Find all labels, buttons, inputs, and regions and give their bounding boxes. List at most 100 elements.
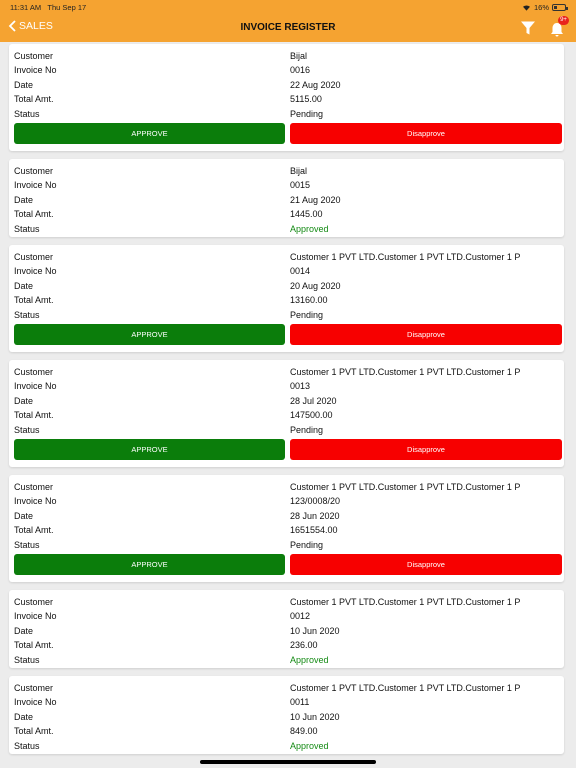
battery-percent: 16% bbox=[533, 3, 549, 12]
invoice-card[interactable]: Customer Bijal Invoice No 0015 Date 21 Aug 20… bbox=[9, 159, 564, 237]
invoice-card[interactable]: Customer Bijal Invoice No 0016 Date 22 Aug 20… bbox=[9, 44, 564, 151]
field-label: Date bbox=[14, 711, 34, 722]
invoice-field-total: Total Amt. 13160.00 bbox=[14, 295, 559, 309]
field-label: Invoice No bbox=[14, 65, 57, 76]
approve-button[interactable]: APPROVE bbox=[14, 439, 285, 460]
invoice-card[interactable]: Customer Customer 1 PVT LTD.Customer 1 PV… bbox=[9, 676, 564, 754]
page-title: INVOICE REGISTER bbox=[240, 22, 336, 33]
invoice-card[interactable]: Customer Customer 1 PVT LTD.Customer 1 PV… bbox=[9, 475, 564, 582]
invoice-field-customer: Customer Customer 1 PVT LTD.Customer 1 PV… bbox=[14, 482, 559, 496]
field-value: 10 Jun 2020 bbox=[290, 711, 340, 722]
field-label: Date bbox=[14, 395, 34, 406]
field-value: Pending bbox=[290, 108, 324, 119]
invoice-card[interactable]: Customer Customer 1 PVT LTD.Customer 1 PV… bbox=[9, 245, 564, 352]
invoice-field-status: Status Pending bbox=[14, 310, 559, 324]
invoice-card[interactable]: Customer Customer 1 PVT LTD.Customer 1 PV… bbox=[9, 360, 564, 467]
action-row: APPROVE Disapprove bbox=[9, 123, 564, 145]
field-value: Pending bbox=[290, 424, 324, 435]
field-value: Approved bbox=[290, 654, 329, 665]
approve-button[interactable]: APPROVE bbox=[14, 123, 285, 144]
field-label: Date bbox=[14, 625, 34, 636]
field-value: Customer 1 PVT LTD.Customer 1 PVT LTD.Cu… bbox=[290, 367, 521, 377]
disapprove-button[interactable]: Disapprove bbox=[290, 439, 562, 460]
field-value: 1445.00 bbox=[290, 209, 323, 220]
invoice-field-status: Status Pending bbox=[14, 540, 559, 554]
field-label: Status bbox=[14, 108, 40, 119]
invoice-field-status: Status Approved bbox=[14, 655, 559, 669]
action-row: APPROVE Disapprove bbox=[9, 439, 564, 461]
field-label: Customer bbox=[14, 597, 54, 607]
field-value: 21 Aug 2020 bbox=[290, 194, 341, 205]
invoice-field-customer: Customer Customer 1 PVT LTD.Customer 1 PV… bbox=[14, 367, 559, 381]
field-value: 5115.00 bbox=[290, 94, 322, 105]
nav-bar: SALES INVOICE REGISTER 9+ bbox=[0, 14, 576, 42]
field-label: Total Amt. bbox=[14, 726, 54, 737]
field-label: Total Amt. bbox=[14, 525, 54, 536]
field-label: Status bbox=[14, 309, 40, 320]
field-label: Date bbox=[14, 79, 34, 90]
field-value: 147500.00 bbox=[290, 410, 333, 421]
field-label: Invoice No bbox=[14, 381, 57, 392]
field-label: Total Amt. bbox=[14, 94, 54, 105]
field-value: Pending bbox=[290, 309, 324, 320]
field-label: Total Amt. bbox=[14, 209, 54, 220]
field-label: Date bbox=[14, 510, 34, 521]
field-value: 0012 bbox=[290, 611, 311, 622]
field-label: Invoice No bbox=[14, 697, 57, 708]
field-value: 28 Jun 2020 bbox=[290, 510, 340, 521]
disapprove-button[interactable]: Disapprove bbox=[290, 324, 562, 345]
field-value: 0011 bbox=[290, 697, 310, 708]
field-label: Customer bbox=[14, 482, 54, 492]
field-label: Customer bbox=[14, 51, 54, 61]
field-value: 10 Jun 2020 bbox=[290, 625, 340, 636]
approve-button[interactable]: APPROVE bbox=[14, 324, 285, 345]
invoice-field-status: Status Approved bbox=[14, 741, 559, 755]
invoice-field-total: Total Amt. 1445.00 bbox=[14, 209, 559, 223]
action-row: APPROVE Disapprove bbox=[9, 554, 564, 576]
invoice-field-invoice-no: Invoice No 0012 bbox=[14, 611, 559, 625]
invoice-field-customer: Customer Customer 1 PVT LTD.Customer 1 PV… bbox=[14, 597, 559, 611]
invoice-field-date: Date 10 Jun 2020 bbox=[14, 626, 559, 640]
invoice-field-date: Date 20 Aug 2020 bbox=[14, 281, 559, 295]
invoice-field-invoice-no: Invoice No 0011 bbox=[14, 697, 559, 711]
invoice-field-total: Total Amt. 5115.00 bbox=[14, 94, 559, 108]
invoice-list[interactable]: Customer Bijal Invoice No 0016 Date 22 Aug 20… bbox=[0, 42, 576, 768]
approve-button[interactable]: APPROVE bbox=[14, 554, 285, 575]
home-indicator bbox=[200, 760, 376, 764]
invoice-field-date: Date 10 Jun 2020 bbox=[14, 712, 559, 726]
field-value: 236.00 bbox=[290, 640, 318, 651]
field-value: 28 Jul 2020 bbox=[290, 395, 337, 406]
invoice-field-customer: Customer Bijal bbox=[14, 166, 559, 180]
invoice-field-customer: Customer Customer 1 PVT LTD.Customer 1 PV… bbox=[14, 252, 559, 266]
invoice-field-invoice-no: Invoice No 0014 bbox=[14, 266, 559, 280]
field-value: Bijal bbox=[290, 51, 308, 61]
field-value: Customer 1 PVT LTD.Customer 1 PVT LTD.Cu… bbox=[290, 252, 521, 262]
invoice-field-customer: Customer Customer 1 PVT LTD.Customer 1 PV… bbox=[14, 683, 559, 697]
disapprove-button[interactable]: Disapprove bbox=[290, 554, 562, 575]
status-bar: 11:31 AM Thu Sep 17 16% bbox=[0, 0, 576, 14]
field-label: Customer bbox=[14, 252, 54, 262]
notifications-button[interactable]: 9+ bbox=[549, 16, 569, 38]
invoice-field-status: Status Pending bbox=[14, 109, 559, 123]
invoice-field-status: Status Approved bbox=[14, 224, 559, 238]
field-value: 0013 bbox=[290, 381, 311, 392]
disapprove-button[interactable]: Disapprove bbox=[290, 123, 562, 144]
field-value: Customer 1 PVT LTD.Customer 1 PVT LTD.Cu… bbox=[290, 683, 521, 693]
field-label: Invoice No bbox=[14, 496, 57, 507]
invoice-field-date: Date 22 Aug 2020 bbox=[14, 80, 559, 94]
field-value: Customer 1 PVT LTD.Customer 1 PVT LTD.Cu… bbox=[290, 482, 521, 492]
invoice-field-date: Date 28 Jul 2020 bbox=[14, 396, 559, 410]
field-label: Status bbox=[14, 424, 40, 435]
invoice-card[interactable]: Customer Customer 1 PVT LTD.Customer 1 PV… bbox=[9, 590, 564, 668]
field-label: Customer bbox=[14, 683, 54, 693]
invoice-field-date: Date 21 Aug 2020 bbox=[14, 195, 559, 209]
field-value: 0016 bbox=[290, 65, 311, 76]
field-label: Status bbox=[14, 539, 40, 550]
field-label: Date bbox=[14, 280, 34, 291]
field-value: 22 Aug 2020 bbox=[290, 79, 341, 90]
field-label: Customer bbox=[14, 367, 54, 377]
field-label: Status bbox=[14, 223, 40, 234]
filter-icon[interactable] bbox=[520, 20, 536, 36]
field-label: Invoice No bbox=[14, 180, 57, 191]
field-value: Customer 1 PVT LTD.Customer 1 PVT LTD.Cu… bbox=[290, 597, 521, 607]
